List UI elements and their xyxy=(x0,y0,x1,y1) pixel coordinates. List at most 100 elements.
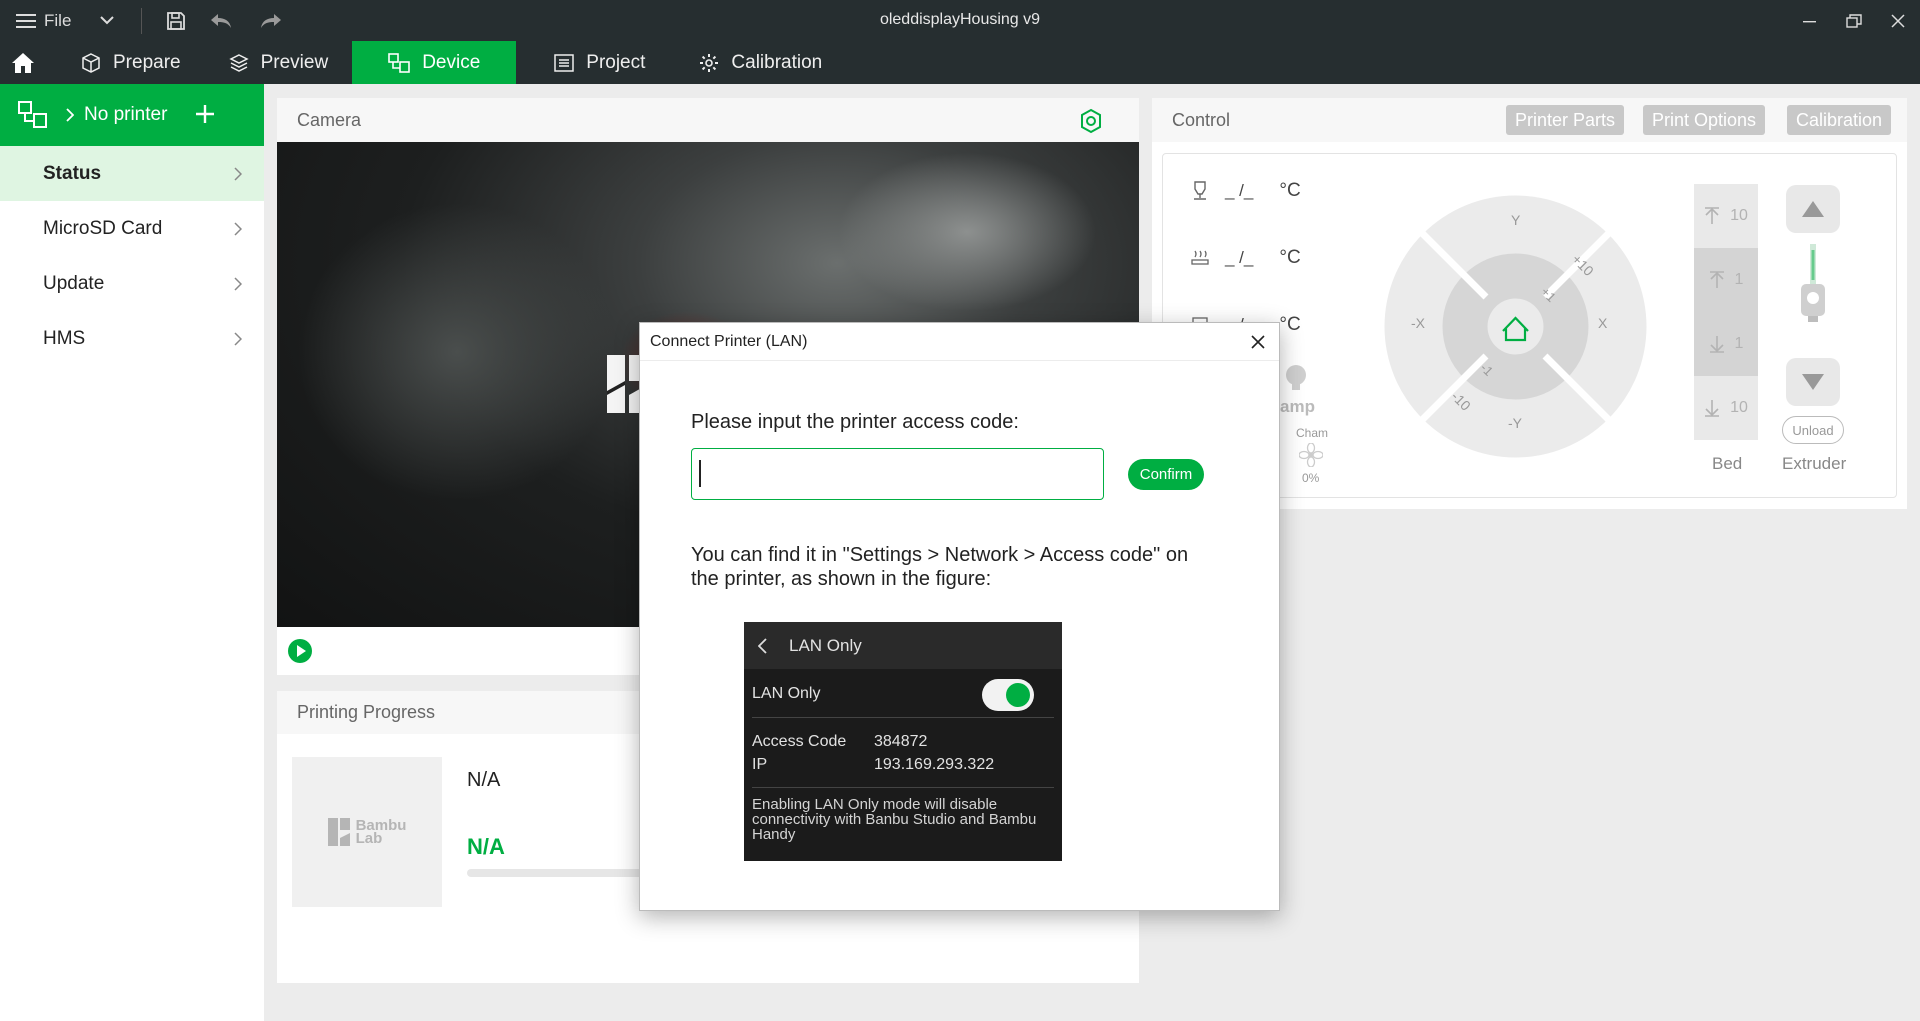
cube-icon xyxy=(82,52,100,73)
triangle-down-icon xyxy=(1802,374,1824,390)
dropdown-button[interactable] xyxy=(87,0,127,41)
redo-button[interactable] xyxy=(246,0,296,41)
chevron-right-icon xyxy=(234,166,242,181)
figure-access-code-label: Access Code xyxy=(752,733,847,750)
calibration-button[interactable]: Calibration xyxy=(1787,105,1892,135)
home-button[interactable] xyxy=(0,41,46,84)
bed-down-10-button[interactable]: 10 xyxy=(1694,376,1758,440)
dialog-title: Connect Printer (LAN) xyxy=(640,323,1279,361)
logo-wordmark: Bambu Lab xyxy=(356,818,407,846)
gear-icon xyxy=(700,53,719,72)
tab-prepare[interactable]: Prepare xyxy=(57,41,205,84)
progress-title: Printing Progress xyxy=(297,702,436,722)
tab-label: Device xyxy=(422,51,481,73)
chamber-fan-label: Cham xyxy=(1296,426,1329,440)
figure-divider xyxy=(752,717,1054,718)
sidebar-item-status[interactable]: Status xyxy=(0,146,264,201)
sidebar-item-microsd[interactable]: MicroSD Card xyxy=(0,201,264,256)
tab-project[interactable]: Project xyxy=(516,41,669,84)
temp-value: _ /_ xyxy=(1225,248,1254,267)
device-sidebar: No printer Status MicroSD Card Update HM… xyxy=(0,84,264,1021)
sidebar-item-label: MicroSD Card xyxy=(43,217,163,239)
dialog-close-button[interactable] xyxy=(1247,331,1269,353)
access-code-prompt: Please input the printer access code: xyxy=(691,411,1019,433)
bambu-logo-icon xyxy=(327,818,350,846)
print-options-button[interactable]: Print Options xyxy=(1643,105,1766,135)
hamburger-icon xyxy=(16,13,36,28)
add-printer-button[interactable] xyxy=(195,100,215,130)
extrude-down-button[interactable] xyxy=(1786,358,1840,406)
bed-step-label: 10 xyxy=(1730,207,1748,224)
nozzle-temp[interactable]: _ /_ °C xyxy=(1191,180,1301,202)
bed-up-1-button[interactable]: 1 xyxy=(1694,248,1758,312)
title-bar: File oleddisplayHousing v9 xyxy=(0,0,1920,41)
fan-icon[interactable] xyxy=(1299,443,1323,467)
temp-value: _ /_ xyxy=(1225,181,1254,200)
undo-button[interactable] xyxy=(196,0,246,41)
close-window-button[interactable] xyxy=(1876,0,1920,41)
printer-device-icon[interactable] xyxy=(18,101,48,129)
minimize-icon xyxy=(1803,20,1816,22)
save-button[interactable] xyxy=(156,0,196,41)
printer-dropdown[interactable]: No printer xyxy=(66,104,167,126)
minimize-button[interactable] xyxy=(1788,0,1832,41)
sidebar-item-label: HMS xyxy=(43,327,86,349)
arrow-down-icon xyxy=(1705,400,1720,417)
control-title: Control xyxy=(1172,109,1231,130)
play-icon[interactable] xyxy=(287,638,313,664)
chevron-right-icon xyxy=(66,108,74,122)
jog-label-x: X xyxy=(1598,315,1608,331)
figure-header: LAN Only xyxy=(744,622,1062,669)
tab-preview[interactable]: Preview xyxy=(205,41,353,84)
restore-button[interactable] xyxy=(1832,0,1876,41)
sidebar-item-label: Update xyxy=(43,272,105,294)
lamp-icon[interactable] xyxy=(1283,364,1309,392)
jog-label-minus-y: -Y xyxy=(1508,415,1522,431)
project-icon xyxy=(554,53,575,72)
access-code-input[interactable] xyxy=(691,448,1104,500)
camera-title: Camera xyxy=(297,109,362,130)
bed-step-label: 1 xyxy=(1734,335,1744,352)
task-name: N/A xyxy=(467,769,501,791)
bed-up-10-button[interactable]: 10 xyxy=(1694,184,1758,248)
jog-label-y: Y xyxy=(1511,212,1521,228)
device-icon xyxy=(388,52,410,73)
figure-header-label: LAN Only xyxy=(789,635,862,655)
camera-header: Camera xyxy=(277,98,1139,142)
figure-ip-label: IP xyxy=(752,756,768,773)
arrow-up-icon xyxy=(1709,271,1724,288)
unload-button[interactable]: Unload xyxy=(1782,416,1844,444)
access-code-hint: You can find it in "Settings > Network >… xyxy=(691,544,1189,590)
divider xyxy=(141,7,143,34)
printer-parts-button[interactable]: Printer Parts xyxy=(1506,105,1625,135)
confirm-button[interactable]: Confirm xyxy=(1128,459,1204,490)
figure-access-code: 384872 xyxy=(874,733,928,750)
bed-temp[interactable]: _ /_ °C xyxy=(1191,247,1301,269)
jog-label-minus-x: -X xyxy=(1411,315,1425,331)
chevron-down-icon xyxy=(100,16,115,25)
figure-note: Enabling LAN Only mode will disable conn… xyxy=(752,796,1037,843)
sidebar-item-update[interactable]: Update xyxy=(0,256,264,311)
temp-unit: °C xyxy=(1279,314,1301,335)
bed-step-label: 1 xyxy=(1734,271,1744,288)
text-caret xyxy=(699,460,701,487)
camera-blur xyxy=(837,152,1097,312)
printer-screen-figure: LAN Only LAN Only Access Code 384872 IP … xyxy=(744,622,1062,861)
tab-calibration[interactable]: Calibration xyxy=(669,41,846,84)
bed-axis-controls: 10 1 1 10 xyxy=(1694,184,1758,440)
printer-name: No printer xyxy=(84,104,168,125)
file-menu[interactable]: File xyxy=(0,0,71,41)
extruder-icon xyxy=(1801,244,1825,322)
sidebar-item-hms[interactable]: HMS xyxy=(0,311,264,366)
figure-toggle xyxy=(982,679,1034,711)
tab-device[interactable]: Device xyxy=(352,41,517,84)
figure-divider xyxy=(752,787,1054,788)
restore-icon xyxy=(1846,13,1862,28)
heatbed-icon xyxy=(1191,250,1209,265)
bed-down-1-button[interactable]: 1 xyxy=(1694,312,1758,376)
camera-settings-icon[interactable] xyxy=(1078,108,1104,134)
bed-label: Bed xyxy=(1712,454,1743,473)
progress-percent: N/A xyxy=(467,834,505,859)
extrude-up-button[interactable] xyxy=(1786,185,1840,233)
nozzle-icon xyxy=(1194,181,1206,200)
